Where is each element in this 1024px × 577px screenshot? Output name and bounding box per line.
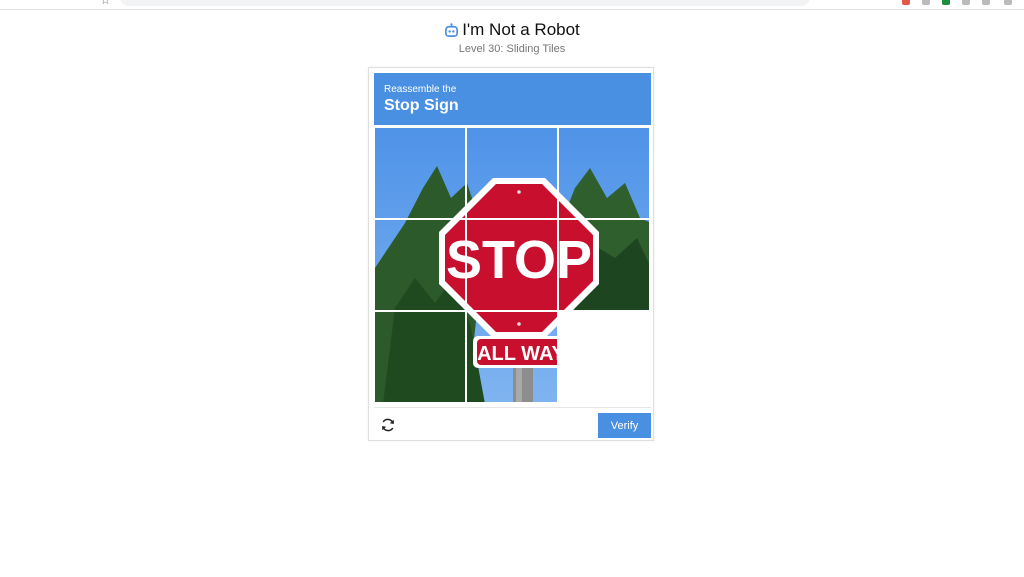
- refresh-icon[interactable]: [380, 417, 398, 435]
- level-subtitle: Level 30: Sliding Tiles: [458, 43, 566, 55]
- extension-icon[interactable]: [922, 0, 930, 5]
- puzzle-tile[interactable]: [559, 220, 649, 310]
- prompt-instruction: Reassemble the: [384, 84, 457, 95]
- extension-icon[interactable]: [902, 0, 910, 5]
- puzzle-tile[interactable]: [375, 312, 465, 402]
- extension-icon[interactable]: [942, 0, 950, 5]
- page-title: I'm Not a Robot: [0, 19, 1024, 44]
- captcha-card: Reassemble the Stop Sign Verify: [368, 67, 654, 441]
- puzzle-tile[interactable]: [375, 128, 465, 218]
- puzzle-tile[interactable]: [467, 128, 557, 218]
- puzzle-tile[interactable]: [467, 312, 557, 402]
- captcha-footer: Verify: [374, 407, 651, 440]
- sliding-tile-grid: [374, 127, 651, 404]
- extension-icon[interactable]: [982, 0, 990, 5]
- menu-icon[interactable]: [1004, 0, 1012, 5]
- empty-tile-slot: [559, 312, 649, 402]
- puzzle-tile[interactable]: [467, 220, 557, 310]
- verify-button[interactable]: Verify: [598, 413, 651, 438]
- puzzle-tile[interactable]: [375, 220, 465, 310]
- prompt-target: Stop Sign: [384, 97, 459, 114]
- browser-toolbar: ☆: [0, 0, 1024, 10]
- captcha-header: Reassemble the Stop Sign: [374, 73, 651, 125]
- extension-icon[interactable]: [962, 0, 970, 5]
- bookmark-star-icon[interactable]: ☆: [100, 0, 111, 7]
- address-bar[interactable]: [120, 0, 810, 6]
- puzzle-tile[interactable]: [559, 128, 649, 218]
- page-title-text: I'm Not a Robot: [462, 20, 580, 39]
- robot-icon: [444, 22, 459, 44]
